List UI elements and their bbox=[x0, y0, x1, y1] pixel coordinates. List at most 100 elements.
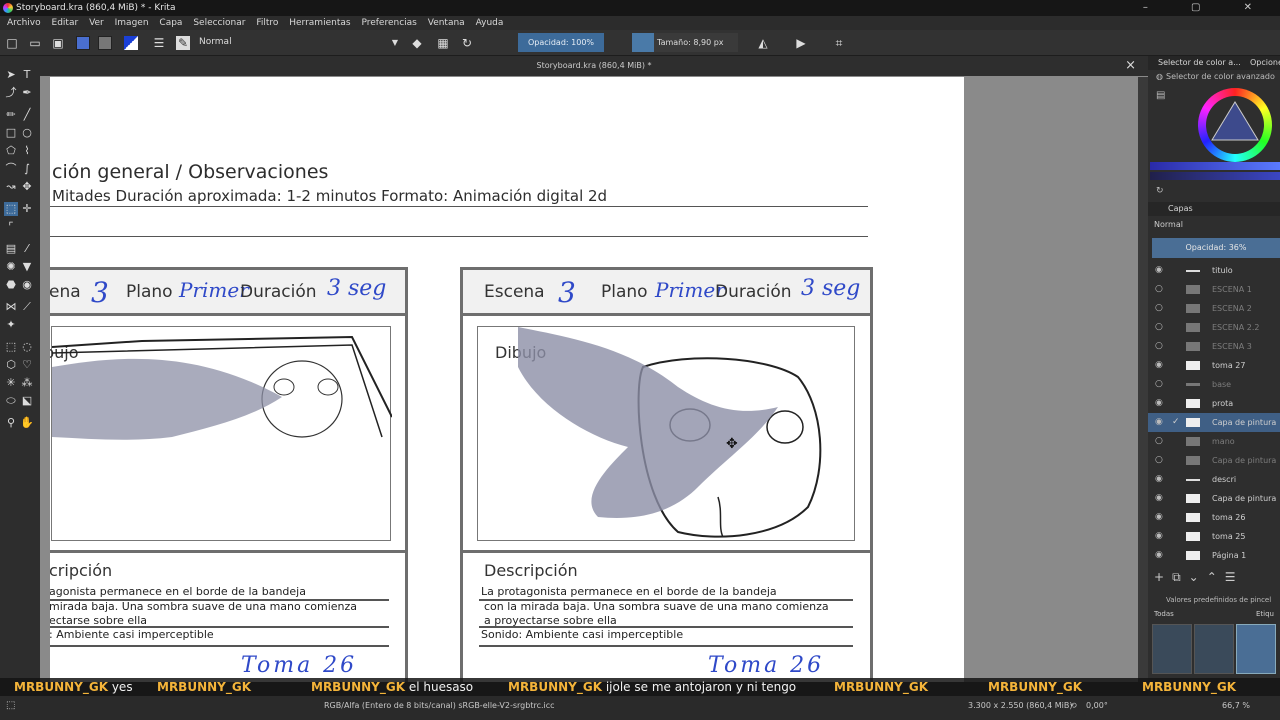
layer-row[interactable]: ◉ titulo bbox=[1148, 261, 1280, 280]
layer-row[interactable]: ○ mano bbox=[1148, 432, 1280, 451]
layers-blend-mode[interactable]: Normal bbox=[1154, 220, 1183, 229]
eye-icon[interactable]: ◉ bbox=[1155, 261, 1163, 280]
tab-color-selector[interactable]: Selector de color a... bbox=[1158, 56, 1241, 70]
reference-tool-icon[interactable]: ✦ bbox=[4, 318, 18, 332]
duplicate-layer-icon[interactable]: ⧉ bbox=[1172, 570, 1189, 584]
alpha-lock-icon[interactable]: ▦ bbox=[436, 36, 450, 50]
save-icon[interactable]: ▣ bbox=[51, 36, 65, 50]
calligraphy-icon[interactable]: ✒ bbox=[20, 86, 34, 100]
polygon-select-icon[interactable]: ⬡ bbox=[4, 358, 18, 372]
brush-preset-icon[interactable]: ✎ bbox=[176, 36, 190, 50]
eye-icon[interactable]: ◉ bbox=[1155, 527, 1163, 546]
layer-properties-icon[interactable]: ☰ bbox=[1225, 570, 1244, 584]
move-down-icon[interactable]: ⌄ bbox=[1189, 570, 1207, 584]
rotation-icon[interactable]: ⟲ bbox=[1070, 696, 1077, 716]
eye-icon[interactable]: ◉ bbox=[1155, 413, 1163, 432]
zoom-tool-icon[interactable]: ⚲ bbox=[4, 416, 18, 430]
brush-filter-select[interactable]: Todas bbox=[1154, 610, 1174, 618]
move-tool-icon[interactable]: ✛ bbox=[20, 202, 34, 216]
eye-hidden-icon[interactable]: ○ bbox=[1155, 280, 1163, 299]
menu-capa[interactable]: Capa bbox=[159, 18, 182, 28]
menu-preferencias[interactable]: Preferencias bbox=[361, 18, 416, 28]
layer-row[interactable]: ◉ Página 1 bbox=[1148, 546, 1280, 565]
layer-row[interactable]: ○ ESCENA 2.2 bbox=[1148, 318, 1280, 337]
magnetic-select-icon[interactable]: ⬕ bbox=[20, 394, 34, 408]
eye-icon[interactable]: ◉ bbox=[1155, 508, 1163, 527]
freehand-brush-icon[interactable]: ✏ bbox=[4, 108, 18, 122]
bezier-select-icon[interactable]: ⬭ bbox=[4, 394, 18, 408]
rect-select-icon[interactable]: ⬚ bbox=[4, 340, 18, 354]
open-folder-icon[interactable]: ▭ bbox=[28, 36, 42, 50]
mirror-horizontal-icon[interactable]: ◭ bbox=[756, 36, 770, 50]
color-picker-icon[interactable]: ⁄ bbox=[20, 242, 34, 256]
line-tool-icon[interactable]: ╱ bbox=[20, 108, 34, 122]
menu-archivo[interactable]: Archivo bbox=[7, 18, 41, 28]
tab-options[interactable]: Opcione bbox=[1250, 56, 1280, 70]
mirror-vertical-icon[interactable]: ▶ bbox=[794, 36, 808, 50]
eye-icon[interactable]: ◉ bbox=[1155, 394, 1163, 413]
storyboard-page[interactable]: ción general / Observaciones Mitades Dur… bbox=[50, 77, 964, 682]
layer-row[interactable]: ○ ESCENA 1 bbox=[1148, 280, 1280, 299]
dock-toggle-icon[interactable]: ◍ bbox=[1156, 72, 1163, 81]
freehand-path-icon[interactable]: ∫ bbox=[20, 162, 34, 176]
eye-hidden-icon[interactable]: ○ bbox=[1155, 318, 1163, 337]
crop-tool-icon[interactable]: ⌜ bbox=[4, 220, 18, 234]
layer-row[interactable]: ○ base bbox=[1148, 375, 1280, 394]
window-controls[interactable]: – ▢ ✕ bbox=[1143, 0, 1272, 16]
layer-row-selected[interactable]: ◉ ✓ Capa de pintura bbox=[1148, 413, 1280, 432]
menu-filtro[interactable]: Filtro bbox=[256, 18, 278, 28]
layer-row[interactable]: ◉ toma 27 bbox=[1148, 356, 1280, 375]
text-tool-icon[interactable]: T bbox=[20, 68, 34, 82]
eye-icon[interactable]: ◉ bbox=[1155, 470, 1163, 489]
wrap-around-icon[interactable]: ⌗ bbox=[832, 36, 846, 50]
polygon-tool-icon[interactable]: ⬠ bbox=[4, 144, 18, 158]
layer-row[interactable]: ○ Capa de pintura bbox=[1148, 451, 1280, 470]
gradient-tool-icon[interactable]: ▤ bbox=[4, 242, 18, 256]
edit-shapes-icon[interactable]: ⤴ bbox=[4, 86, 18, 100]
assistant-tool-icon[interactable]: ⋈ bbox=[4, 300, 18, 314]
move-up-icon[interactable]: ⌃ bbox=[1207, 570, 1225, 584]
bezier-tool-icon[interactable]: ⌒ bbox=[4, 162, 18, 176]
eraser-icon[interactable]: ◆ bbox=[410, 36, 424, 50]
color-history-bar[interactable] bbox=[1150, 162, 1280, 170]
colorize-mask-icon[interactable]: ◉ bbox=[20, 278, 34, 292]
layer-row[interactable]: ○ ESCENA 3 bbox=[1148, 337, 1280, 356]
eye-hidden-icon[interactable]: ○ bbox=[1155, 432, 1163, 451]
eye-hidden-icon[interactable]: ○ bbox=[1155, 299, 1163, 318]
dynamic-brush-icon[interactable]: ↝ bbox=[4, 180, 18, 194]
select-shapes-icon[interactable]: ➤ bbox=[4, 68, 18, 82]
layers-opacity-slider[interactable]: Opacidad: 36% bbox=[1152, 238, 1280, 258]
polyline-tool-icon[interactable]: ⌇ bbox=[20, 144, 34, 158]
menu-editar[interactable]: Editar bbox=[52, 18, 79, 28]
menu-herramientas[interactable]: Herramientas bbox=[289, 18, 350, 28]
outline-select-icon[interactable]: ♡ bbox=[20, 358, 34, 372]
close-icon[interactable]: × bbox=[1125, 56, 1136, 76]
fg-bg-color-icon[interactable] bbox=[124, 36, 138, 50]
color-settings-icon[interactable]: ▤ bbox=[1156, 90, 1165, 101]
measure-tool-icon[interactable]: ⟋ bbox=[20, 300, 34, 314]
eye-icon[interactable]: ◉ bbox=[1155, 546, 1163, 565]
eye-hidden-icon[interactable]: ○ bbox=[1155, 375, 1163, 394]
eye-hidden-icon[interactable]: ○ bbox=[1155, 337, 1163, 356]
layer-row[interactable]: ◉ prota bbox=[1148, 394, 1280, 413]
document-tab[interactable]: Storyboard.kra (860,4 MiB) * × bbox=[40, 56, 1148, 76]
blend-mode-select[interactable]: Normal ▼ bbox=[196, 34, 402, 51]
eye-icon[interactable]: ◉ bbox=[1155, 489, 1163, 508]
eye-hidden-icon[interactable]: ○ bbox=[1155, 451, 1163, 470]
layer-row[interactable]: ◉ toma 25 bbox=[1148, 527, 1280, 546]
ellipse-tool-icon[interactable]: ○ bbox=[20, 126, 34, 140]
brush-preset-tile[interactable] bbox=[1152, 624, 1192, 674]
menu-ver[interactable]: Ver bbox=[89, 18, 104, 28]
brush-size-slider[interactable]: Tamaño: 8,90 px bbox=[654, 33, 738, 52]
brush-tag-select[interactable]: Etiqu bbox=[1256, 610, 1274, 618]
selection-icon[interactable]: ⬚ bbox=[6, 696, 15, 716]
pan-tool-icon[interactable]: ✋ bbox=[20, 416, 34, 430]
rectangle-tool-icon[interactable]: □ bbox=[4, 126, 18, 140]
zoom-level[interactable]: 66,7 % bbox=[1222, 696, 1250, 716]
menu-ventana[interactable]: Ventana bbox=[428, 18, 465, 28]
enclose-fill-icon[interactable]: ⬣ bbox=[4, 278, 18, 292]
ellipse-select-icon[interactable]: ◌ bbox=[20, 340, 34, 354]
layer-row[interactable]: ◉ Capa de pintura bbox=[1148, 489, 1280, 508]
refresh-icon[interactable]: ↻ bbox=[1156, 186, 1164, 196]
color-shade-bar[interactable] bbox=[1150, 172, 1280, 180]
